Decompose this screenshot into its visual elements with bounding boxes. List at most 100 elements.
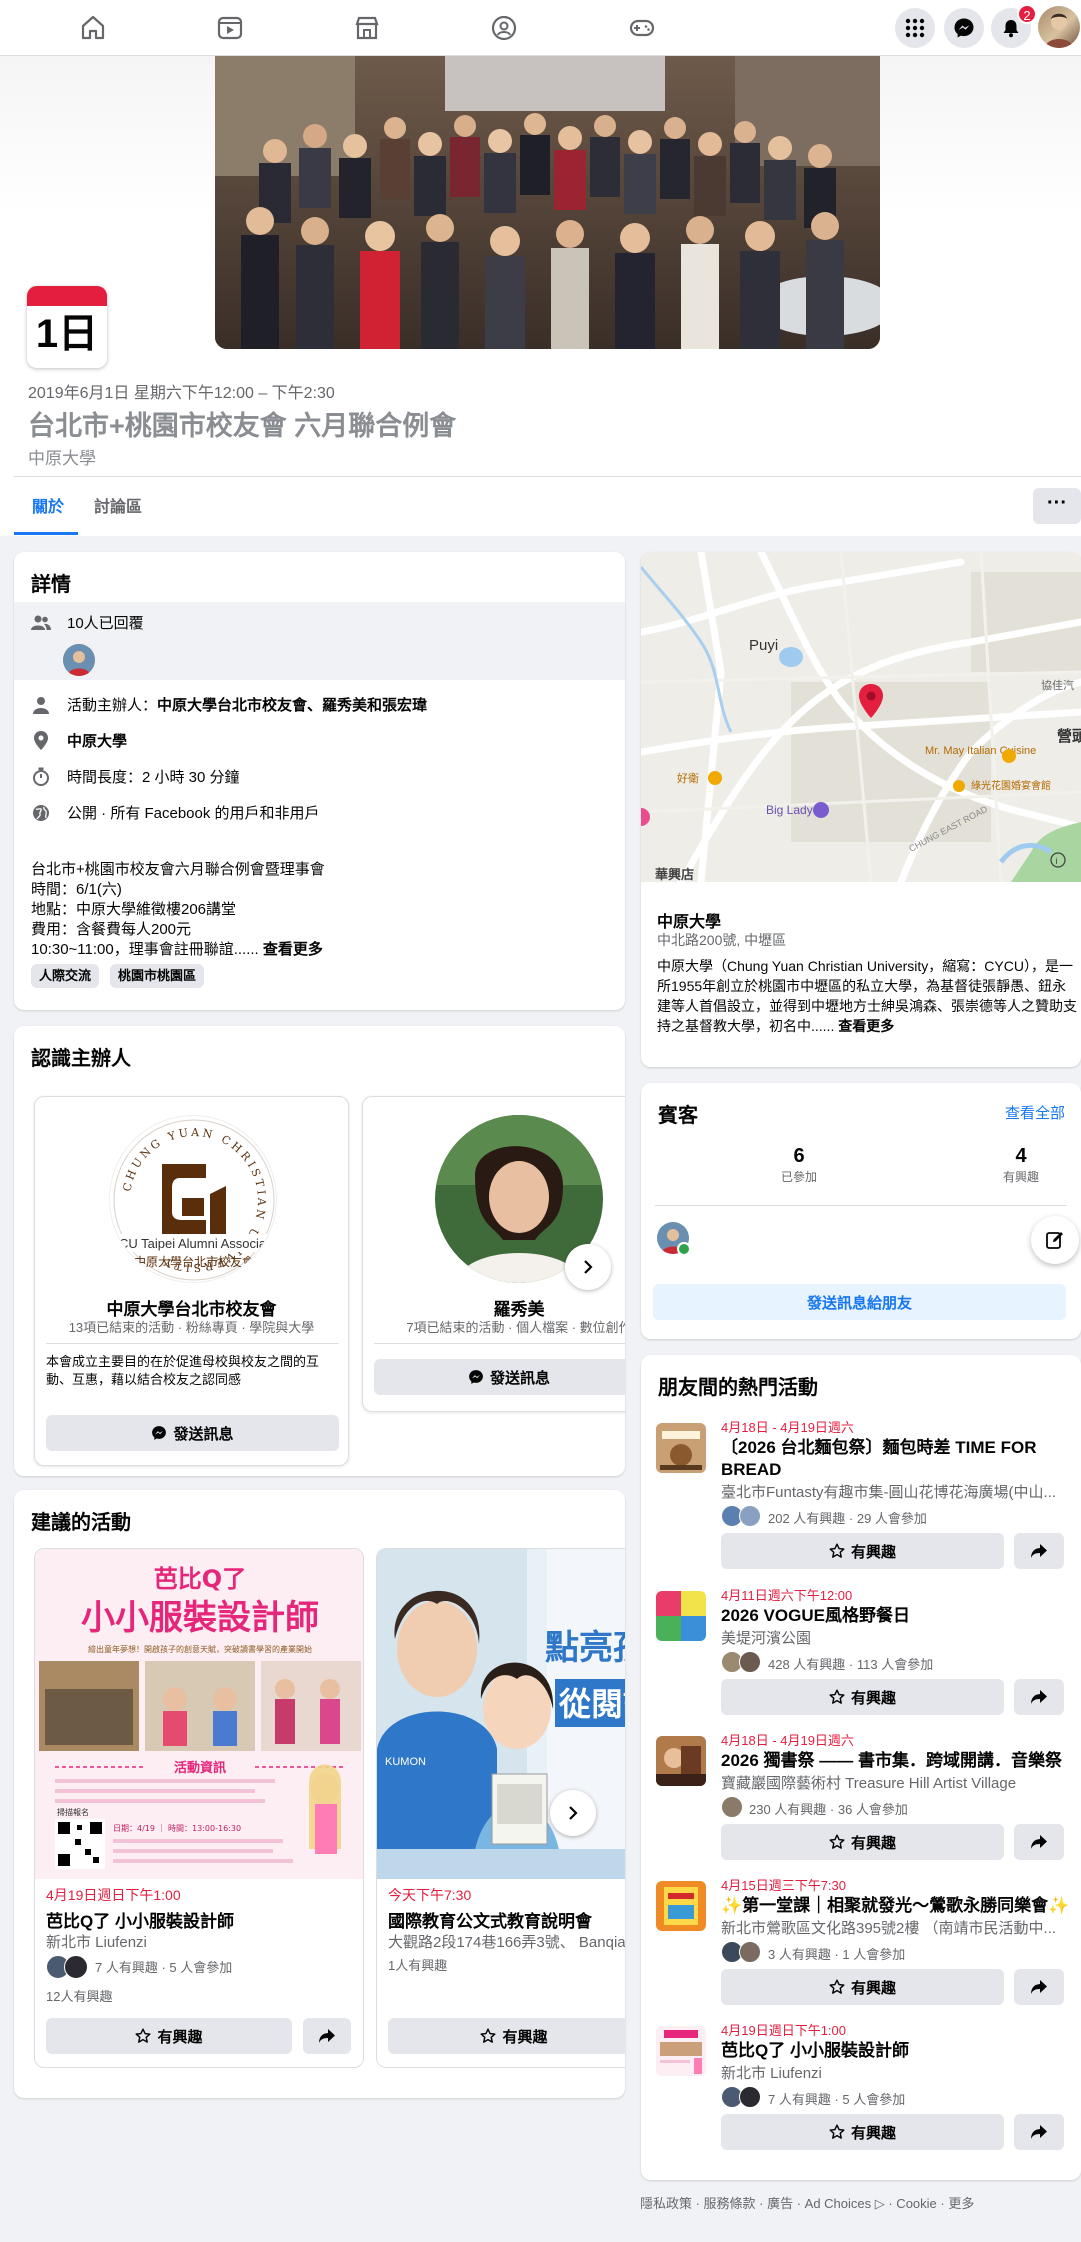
interested-button[interactable]: 有興趣 <box>46 2018 292 2054</box>
event-title[interactable]: 芭比Q了 小小服裝設計師 <box>721 2040 1066 2062</box>
event-meta: 202 人有興趣 · 29 人會參加 <box>768 1511 927 1526</box>
share-button[interactable] <box>1014 1969 1064 2005</box>
active-tab-indicator <box>14 532 78 535</box>
event-title[interactable]: 〔2026 台北麵包祭〕麵包時差 TIME FOR BREAD <box>721 1437 1066 1481</box>
interested-label: 有興趣 <box>850 1979 896 1997</box>
see-all-guests-link[interactable]: 查看全部 <box>1005 1102 1065 1123</box>
messenger-icon[interactable] <box>944 8 984 48</box>
friends-event-item[interactable]: 4月11日週六下午12:00 2026 VOGUE風格野餐日 美堤河濱公園 42… <box>641 1581 1081 1721</box>
star-icon <box>829 1543 845 1558</box>
interested-stat[interactable]: 4 有興趣 <box>961 1145 1081 1185</box>
star-icon <box>829 1834 845 1849</box>
hosts-next-arrow-icon[interactable] <box>565 1244 611 1290</box>
message-host-button[interactable]: 發送訊息 <box>374 1359 625 1395</box>
menu-grid-icon[interactable] <box>895 8 935 48</box>
desc-line: 地點：中原大學維徵樓206講堂 <box>31 901 237 918</box>
location-name[interactable]: 中原大學 <box>657 908 721 932</box>
interested-button[interactable]: 有興趣 <box>721 2114 1004 2150</box>
host-card-alumni[interactable]: CHUNG YUAN CHRISTIAN UNIVERSITY CYCU Tai… <box>34 1096 349 1466</box>
event-thumbnail <box>656 1881 706 1931</box>
interested-button[interactable]: 有興趣 <box>721 1824 1004 1860</box>
event-thumbnail <box>656 1423 706 1473</box>
tab-discussion[interactable]: 討論區 <box>94 493 142 517</box>
star-icon <box>829 1689 845 1704</box>
interested-button[interactable]: 有興趣 <box>721 1533 1004 1569</box>
tag-taoyuan[interactable]: 桃園市桃園區 <box>110 964 205 988</box>
share-arrow-icon <box>1031 1980 1047 1994</box>
interested-label: 有興趣 <box>850 2124 896 2142</box>
location-description: 中原大學（Chung Yuan Christian University，縮寫：… <box>657 956 1077 1036</box>
friends-event-item[interactable]: 4月15日週三下午7:30 ✨第一堂課｜相聚就發光～鶯歌永勝同樂會✨ 新北市鶯歌… <box>641 1871 1081 2011</box>
gaming-icon[interactable] <box>626 12 658 44</box>
suggested-event-interested: 12人有興趣 <box>46 1989 113 2004</box>
interested-label: 有興趣 <box>850 1689 896 1707</box>
guest-avatar[interactable] <box>657 1222 691 1256</box>
send-message-to-friends-button[interactable]: 發送訊息給朋友 <box>653 1284 1066 1320</box>
interested-label: 有興趣 <box>1002 1170 1039 1184</box>
share-button[interactable] <box>303 2018 351 2054</box>
interested-button[interactable]: 有興趣 <box>721 1969 1004 2005</box>
suggested-next-arrow-icon[interactable] <box>550 1790 596 1836</box>
share-button[interactable] <box>1014 2114 1064 2150</box>
more-options-button[interactable]: ··· <box>1033 488 1081 524</box>
attendee-avatars <box>46 1955 90 1979</box>
poster-info: 日期：4/19 ｜ 時間：13:00-16:30 <box>113 1824 241 1833</box>
suggested-event-title[interactable]: 國際教育公文式教育說明會 <box>388 1907 592 1932</box>
organizer-names[interactable]: 中原大學台北市校友會、羅秀美和張宏瑋 <box>157 694 427 715</box>
event-title[interactable]: 2026 獨書祭 —— 書市集．跨域開講．音樂祭 <box>721 1750 1066 1772</box>
location-address: 中北路200號, 中壢區 <box>657 932 787 948</box>
event-day: 1日 <box>35 312 99 356</box>
home-icon[interactable] <box>77 12 109 44</box>
privacy-row: 公開 · 所有 Facebook 的用戶和非用戶 <box>31 802 320 823</box>
account-avatar[interactable] <box>1038 6 1080 48</box>
poster-section: 活動資訊 <box>174 1760 226 1776</box>
share-button[interactable] <box>1014 1533 1064 1569</box>
interested-button[interactable]: 有興趣 <box>388 2018 625 2054</box>
compose-edit-icon[interactable] <box>1031 1216 1079 1264</box>
groups-icon[interactable] <box>488 12 520 44</box>
location-map[interactable]: Puyi Mr. May Italian Cuisine 好衛 綠光花園婚宴會館… <box>641 552 1081 886</box>
see-more-link[interactable]: 查看更多 <box>838 1018 894 1034</box>
marketplace-icon[interactable] <box>351 12 383 44</box>
interested-label: 有興趣 <box>502 2028 548 2046</box>
footer-links[interactable]: 隱私政策 · 服務條款 · 廣告 · Ad Choices ▷ · Cookie… <box>640 2193 974 2212</box>
suggested-event-title[interactable]: 芭比Q了 小小服裝設計師 <box>46 1907 234 1932</box>
event-thumbnail <box>656 2026 706 2076</box>
suggested-event-card[interactable]: 芭比Q了 小小服裝設計師 繪出童年夢想！開啟孩子的創意天賦，突破讀書學習的產業開… <box>34 1548 364 2068</box>
guests-title: 賓客 <box>658 1105 698 1127</box>
event-description: 台北市+桃園市校友會六月聯合例會暨理事會 時間：6/1(六) 地點：中原大學維徵… <box>31 860 621 960</box>
friends-event-item[interactable]: 4月18日 - 4月19日週六 〔2026 台北麵包祭〕麵包時差 TIME FO… <box>641 1413 1081 1569</box>
notifications-bell-icon[interactable]: 2 <box>991 4 1037 48</box>
tag-networking[interactable]: 人際交流 <box>31 964 100 988</box>
place-name[interactable]: 中原大學 <box>67 730 127 751</box>
friends-event-item[interactable]: 4月18日 - 4月19日週六 2026 獨書祭 —— 書市集．跨域開講．音樂祭… <box>641 1726 1081 1866</box>
friend-avatars <box>721 1651 765 1673</box>
going-stat[interactable]: 6 已參加 <box>739 1145 859 1185</box>
message-host-button[interactable]: 發送訊息 <box>46 1415 339 1451</box>
suggested-event-date: 今天下午7:30 <box>388 1887 472 1903</box>
map-label: 營頭 <box>1057 727 1081 745</box>
details-card: 詳情 10人已回覆 活動主辦人： 中原大學台北市校友會、羅秀美和張宏瑋 中原大學 … <box>14 552 625 1010</box>
share-button[interactable] <box>1014 1824 1064 1860</box>
watch-icon[interactable] <box>214 12 246 44</box>
desc-line: 10:30~11:00，理事會註冊聯誼...... <box>31 941 259 958</box>
friends-event-item[interactable]: 4月19日週日下午1:00 芭比Q了 小小服裝設計師 新北市 Liufenzi … <box>641 2016 1081 2156</box>
place-row: 中原大學 <box>31 730 127 751</box>
messenger-icon <box>469 1370 483 1384</box>
responder-avatar[interactable] <box>63 644 95 676</box>
see-more-link[interactable]: 查看更多 <box>263 941 323 958</box>
poster-text2: 從閱讀 <box>558 1685 625 1723</box>
poster-brand: KUMON <box>385 1756 426 1768</box>
going-label: 已參加 <box>780 1170 817 1184</box>
responses-section[interactable]: 10人已回覆 <box>14 602 625 680</box>
event-location-subtitle[interactable]: 中原大學 <box>28 444 96 469</box>
tab-about[interactable]: 關於 <box>32 493 64 517</box>
event-title[interactable]: ✨第一堂課｜相聚就發光～鶯歌永勝同樂會✨ <box>721 1895 1069 1917</box>
interested-label: 有興趣 <box>157 2028 203 2046</box>
friend-avatars <box>721 1941 765 1963</box>
share-button[interactable] <box>1014 1679 1064 1715</box>
event-title[interactable]: 2026 VOGUE風格野餐日 <box>721 1605 1066 1627</box>
logo-bottom-text: 中原大學台北市校友會 <box>134 1254 254 1269</box>
globe-icon <box>31 803 51 823</box>
interested-button[interactable]: 有興趣 <box>721 1679 1004 1715</box>
